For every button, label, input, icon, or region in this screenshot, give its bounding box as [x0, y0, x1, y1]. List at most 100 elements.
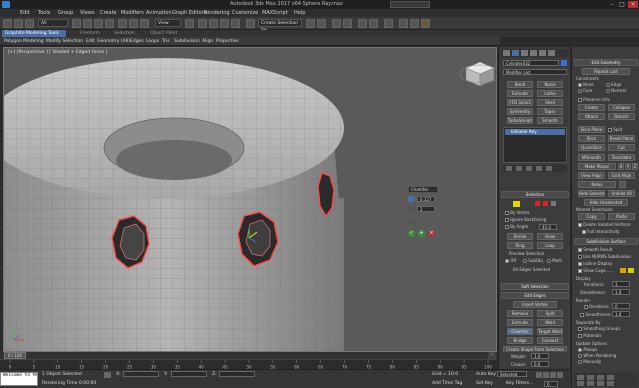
select-object-icon[interactable]: [72, 19, 81, 28]
constraint-normal-radio[interactable]: Normal: [606, 88, 626, 93]
zoom-extents-all-icon[interactable]: [607, 375, 614, 380]
rotate-icon[interactable]: [129, 19, 138, 28]
field-of-view-icon[interactable]: [577, 381, 584, 386]
orbit-icon[interactable]: [597, 381, 604, 386]
tab-freeform[interactable]: Freeform: [80, 31, 100, 36]
chamfer-type-icon[interactable]: [408, 196, 415, 202]
planar-x-button[interactable]: X: [618, 163, 624, 170]
ffd-button[interactable]: FFD 3x3x3: [507, 99, 533, 106]
cage-color-1-swatch[interactable]: [620, 268, 626, 273]
by-angle-field[interactable]: 45.0: [539, 224, 557, 230]
stack-item-editable-poly[interactable]: Editable Poly: [505, 129, 565, 135]
render-setup-icon[interactable]: [399, 19, 408, 28]
make-planar-button[interactable]: Make Planar: [578, 163, 616, 170]
zoom-all-icon[interactable]: [587, 375, 594, 380]
object-name-field[interactable]: Cylinder032: [503, 60, 559, 66]
apply-plus-icon[interactable]: +: [418, 230, 425, 237]
by-angle-checkbox[interactable]: By Angle: [505, 224, 528, 229]
modify-tab-icon[interactable]: [512, 50, 519, 56]
utilities-tab-icon[interactable]: [548, 50, 555, 56]
rectangular-selection-icon[interactable]: [94, 19, 103, 28]
rendered-frame-icon[interactable]: [410, 19, 419, 28]
graphite-toggle-icon[interactable]: [343, 19, 352, 28]
update-when-rendering-radio[interactable]: When Rendering: [578, 353, 616, 358]
menu-tools[interactable]: Tools: [38, 10, 50, 16]
ring-button[interactable]: Ring: [507, 242, 533, 249]
smooth-button[interactable]: Smooth: [537, 117, 563, 124]
polygon-level-icon[interactable]: [543, 201, 548, 206]
make-unique-icon[interactable]: [526, 166, 532, 171]
selection-filter-dropdown[interactable]: All: [38, 19, 68, 27]
render-iterations-field[interactable]: 0: [612, 303, 630, 309]
time-slider-thumb[interactable]: 0 / 100: [4, 352, 26, 359]
materials-checkbox[interactable]: Materials: [578, 333, 602, 338]
grow-button[interactable]: Grow: [537, 233, 563, 240]
angle-snap-icon[interactable]: [209, 19, 218, 28]
constraint-face-radio[interactable]: Face: [578, 88, 592, 93]
weight-field[interactable]: 1.0: [531, 353, 549, 359]
ignore-backfacing-checkbox[interactable]: Ignore Backfacing: [505, 217, 546, 222]
lathe-button[interactable]: Lathe: [537, 90, 563, 97]
play-icon[interactable]: [550, 372, 556, 378]
z-coordinate-field[interactable]: [219, 371, 255, 377]
create-button[interactable]: Create: [578, 104, 605, 111]
menu-group[interactable]: Group: [58, 10, 73, 16]
element-level-icon[interactable]: [551, 201, 556, 206]
bridge-button[interactable]: Bridge: [507, 337, 533, 344]
hide-selected-button[interactable]: Hide Selected: [578, 190, 605, 197]
menu-customize[interactable]: Customize: [232, 10, 258, 16]
ribbon-properties[interactable]: Properties: [216, 39, 239, 44]
percent-snap-icon[interactable]: [220, 19, 229, 28]
mirror-icon[interactable]: [306, 19, 315, 28]
next-frame-arrow-icon[interactable]: ›: [488, 352, 496, 359]
scale-icon[interactable]: [140, 19, 149, 28]
detach-button[interactable]: Detach: [608, 113, 635, 120]
subdivision-surface-header[interactable]: Subdivision Surface: [574, 238, 638, 245]
pin-stack-icon[interactable]: [506, 166, 512, 171]
snap-toggle-icon[interactable]: [198, 19, 207, 28]
paste-button[interactable]: Paste: [608, 213, 635, 220]
shrink-button[interactable]: Shrink: [507, 233, 533, 240]
minimize-icon[interactable]: –: [607, 1, 617, 8]
extrude-modifier-button[interactable]: Extrude: [507, 90, 533, 97]
schematic-view-icon[interactable]: [369, 19, 378, 28]
object-color-swatch[interactable]: [561, 60, 567, 66]
render-iterations-label[interactable]: Iterations:: [584, 304, 610, 309]
edit-geometry-header[interactable]: Edit Geometry: [574, 59, 638, 66]
key-filters-button[interactable]: Key Filters...: [506, 381, 533, 386]
undo-icon[interactable]: [3, 19, 12, 28]
selection-rollout-header[interactable]: Selection: [501, 191, 569, 198]
menu-maxscript[interactable]: MAXScript: [262, 10, 288, 16]
noise-button[interactable]: Noise: [537, 81, 563, 88]
auto-key-button[interactable]: Auto Key: [476, 372, 496, 377]
planar-z-button[interactable]: Z: [632, 163, 638, 170]
preview-off-radio[interactable]: Off: [505, 258, 516, 263]
constraint-edge-radio[interactable]: Edge: [606, 82, 621, 87]
menu-edit[interactable]: Edit: [20, 10, 30, 16]
msmooth-button[interactable]: MSmooth: [578, 154, 605, 161]
preserve-uvs-checkbox[interactable]: Preserve UVs: [578, 97, 610, 102]
add-time-tag-button[interactable]: Add Time Tag: [432, 381, 462, 386]
ribbon-loops[interactable]: Loops: [146, 39, 159, 44]
zoom-extents-icon[interactable]: [597, 375, 604, 380]
display-tab-icon[interactable]: [539, 50, 546, 56]
material-editor-icon[interactable]: [384, 19, 393, 28]
spinner-snap-icon[interactable]: [231, 19, 240, 28]
menu-create[interactable]: Create: [100, 10, 117, 16]
chamfer-segments-field[interactable]: 2: [417, 206, 435, 212]
ribbon-edit[interactable]: Edit: [86, 39, 95, 44]
tab-object-paint[interactable]: Object Paint: [150, 31, 177, 36]
bend-button[interactable]: Bend: [507, 81, 533, 88]
display-smoothness-field[interactable]: 1.0: [612, 289, 630, 295]
tab-graphite-modeling[interactable]: Graphite Modeling Tools: [2, 30, 66, 37]
show-cage-checkbox[interactable]: Show Cage......: [578, 268, 613, 273]
delete-isolated-checkbox[interactable]: Delete Isolated Vertices: [578, 222, 631, 227]
track-bar[interactable]: 0 5 10 15 20 25 30 35 40 45 50 55 60 65 70 75 80 85 90 95 10…: [0, 359, 498, 370]
menu-graph-editors[interactable]: Graph Editors: [172, 10, 206, 16]
remove-button[interactable]: Remove: [507, 310, 533, 317]
chamfer-amount-field[interactable]: 0.127: [417, 196, 435, 202]
layer-explorer-icon[interactable]: [332, 19, 341, 28]
edit-edges-rollout-header[interactable]: Edit Edges: [501, 292, 569, 299]
ribbon-edges[interactable]: Edges: [130, 39, 144, 44]
selected-keys-dropdown[interactable]: Selected: [497, 371, 527, 377]
